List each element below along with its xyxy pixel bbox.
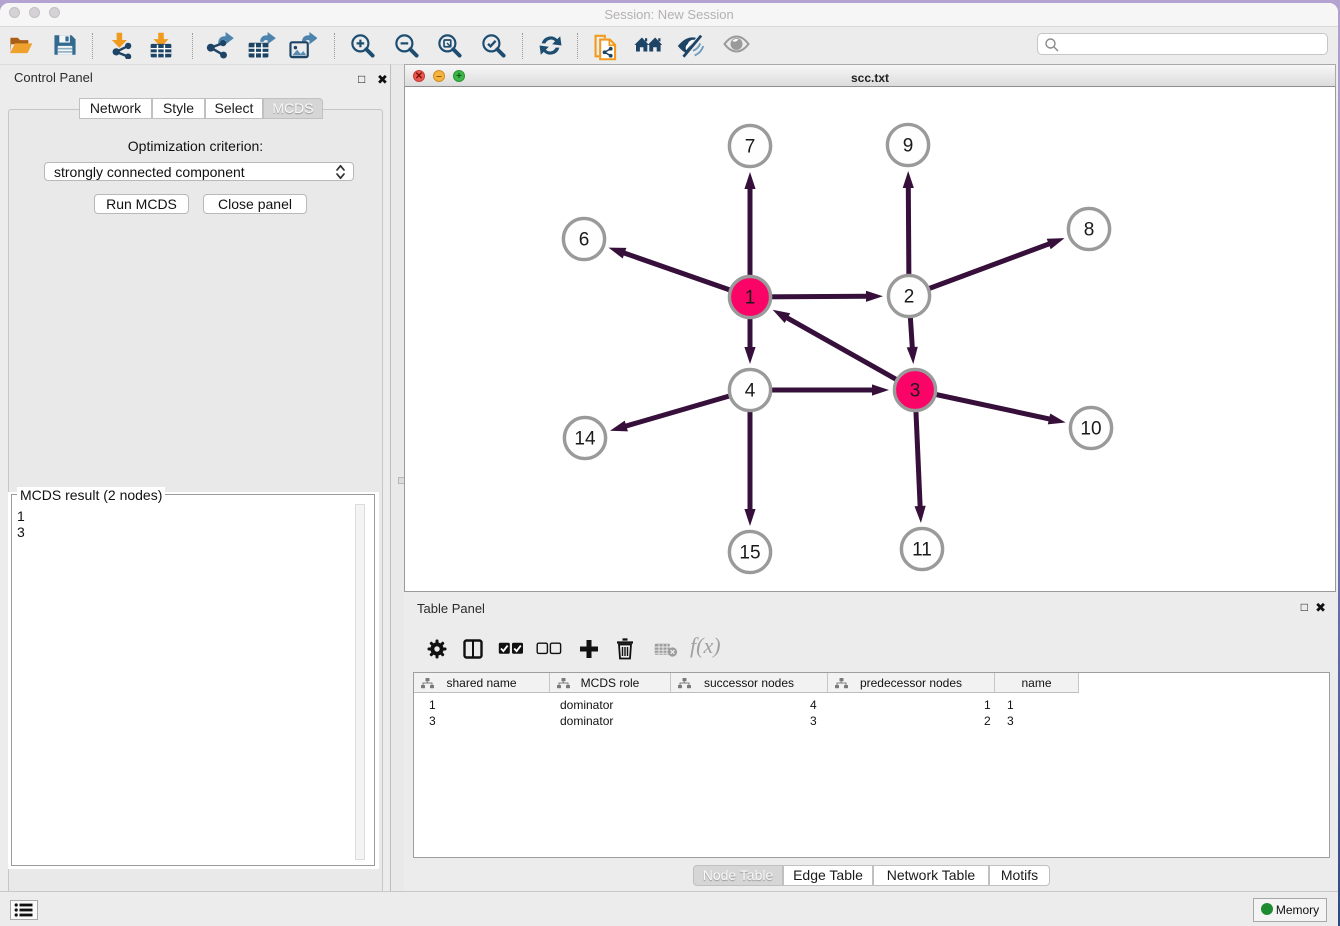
svg-text:3: 3 xyxy=(910,381,921,402)
svg-text:7: 7 xyxy=(745,137,756,158)
svg-text:4: 4 xyxy=(745,381,756,402)
svg-text:14: 14 xyxy=(574,429,596,450)
svg-text:2: 2 xyxy=(904,287,915,308)
svg-text:15: 15 xyxy=(739,543,760,564)
svg-text:10: 10 xyxy=(1080,419,1101,440)
svg-text:11: 11 xyxy=(912,540,932,561)
svg-text:8: 8 xyxy=(1084,220,1095,241)
svg-text:9: 9 xyxy=(903,136,914,157)
svg-text:6: 6 xyxy=(579,230,590,251)
svg-text:1: 1 xyxy=(745,288,756,309)
